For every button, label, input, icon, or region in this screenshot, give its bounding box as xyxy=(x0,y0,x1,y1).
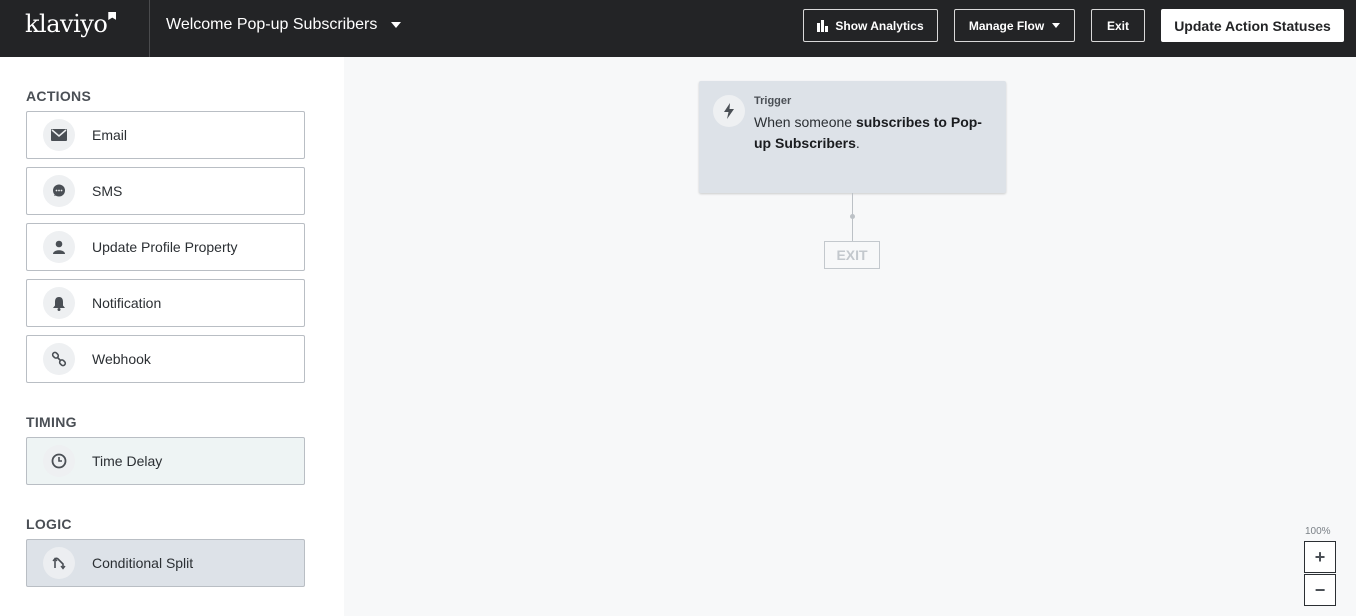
show-analytics-label: Show Analytics xyxy=(835,18,924,33)
timing-time-delay[interactable]: Time Delay xyxy=(26,437,305,485)
zoom-out-button[interactable]: − xyxy=(1304,574,1336,606)
bell-icon xyxy=(43,287,75,319)
logic-conditional-split[interactable]: Conditional Split xyxy=(26,539,305,587)
conditional-split-label: Conditional Split xyxy=(92,555,194,571)
flow-title: Welcome Pop-up Subscribers xyxy=(166,16,378,33)
flow-connector-dot[interactable] xyxy=(850,214,855,219)
zoom-in-button[interactable]: + xyxy=(1304,541,1336,573)
envelope-icon xyxy=(43,119,75,151)
split-arrow-icon xyxy=(43,547,75,579)
action-sms[interactable]: SMS xyxy=(26,167,305,215)
logic-section-label: LOGIC xyxy=(26,516,72,532)
actions-section-label: ACTIONS xyxy=(26,88,92,104)
update-action-statuses-button[interactable]: Update Action Statuses xyxy=(1161,9,1344,42)
link-icon xyxy=(43,343,75,375)
action-webhook-label: Webhook xyxy=(92,351,151,367)
trigger-text-prefix: When someone xyxy=(754,114,856,130)
lightning-bolt-icon xyxy=(713,95,745,127)
person-icon xyxy=(43,231,75,263)
flow-title-dropdown[interactable]: Welcome Pop-up Subscribers xyxy=(166,16,402,34)
trigger-node[interactable]: Trigger When someone subscribes to Pop-u… xyxy=(699,81,1006,193)
caret-down-icon xyxy=(1052,23,1061,28)
top-bar: klaviyo Welcome Pop-up Subscribers Show … xyxy=(0,0,1356,57)
show-analytics-button[interactable]: Show Analytics xyxy=(803,9,938,42)
header-divider xyxy=(149,0,150,57)
timing-section-label: TIMING xyxy=(26,414,77,430)
trigger-text-suffix: . xyxy=(855,135,860,151)
klaviyo-logo[interactable]: klaviyo xyxy=(25,10,117,38)
trigger-description: When someone subscribes to Pop-up Subscr… xyxy=(754,112,994,154)
action-update-profile-property[interactable]: Update Profile Property xyxy=(26,223,305,271)
clock-icon xyxy=(43,445,75,477)
action-update-profile-property-label: Update Profile Property xyxy=(92,239,238,255)
update-action-statuses-label: Update Action Statuses xyxy=(1174,17,1331,34)
action-webhook[interactable]: Webhook xyxy=(26,335,305,383)
trigger-label: Trigger xyxy=(754,95,792,107)
logo-text: klaviyo xyxy=(25,10,108,38)
bar-chart-icon xyxy=(817,19,829,32)
zoom-level: 100% xyxy=(1305,526,1331,537)
logo-flag-icon xyxy=(108,12,117,20)
chat-bubble-icon xyxy=(43,175,75,207)
action-notification-label: Notification xyxy=(92,295,162,311)
exit-node: EXIT xyxy=(824,241,880,269)
action-sms-label: SMS xyxy=(92,183,123,199)
action-notification[interactable]: Notification xyxy=(26,279,305,327)
manage-flow-label: Manage Flow xyxy=(968,18,1045,33)
caret-down-icon xyxy=(391,22,402,28)
exit-button[interactable]: Exit xyxy=(1091,9,1145,42)
action-email[interactable]: Email xyxy=(26,111,305,159)
manage-flow-button[interactable]: Manage Flow xyxy=(954,9,1075,42)
exit-label: Exit xyxy=(1106,18,1129,33)
action-email-label: Email xyxy=(92,127,128,143)
time-delay-label: Time Delay xyxy=(92,453,163,469)
